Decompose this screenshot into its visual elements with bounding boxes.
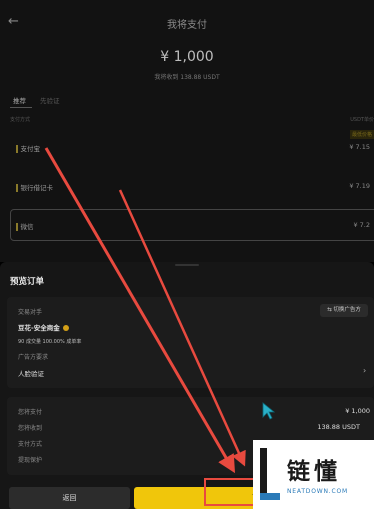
watermark-brand-cn: 链懂 bbox=[287, 459, 341, 485]
annotation-arrow-line bbox=[118, 189, 246, 467]
watermark-brand-en: NEATDOWN.COM bbox=[287, 488, 348, 495]
mouse-cursor-icon bbox=[262, 402, 276, 420]
watermark-logo: 链懂 NEATDOWN.COM bbox=[253, 440, 374, 509]
annotation-arrows bbox=[44, 147, 246, 474]
logo-l-icon bbox=[260, 448, 280, 500]
annotation-arrow-line bbox=[44, 147, 236, 474]
screenshot: ← 我将支付 ¥ 1,000 我将收到 138.88 USDT 推荐 先验证 支… bbox=[0, 0, 374, 509]
